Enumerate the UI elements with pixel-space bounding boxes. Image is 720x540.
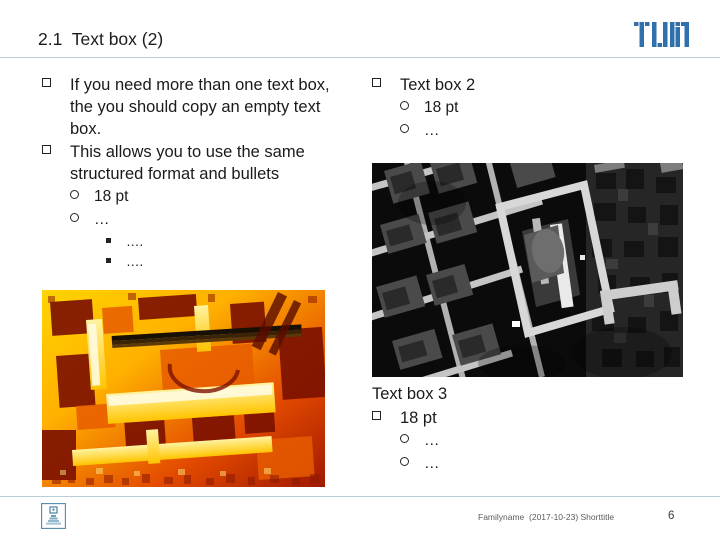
bullet-text: Text box 2 bbox=[400, 76, 476, 94]
bullet-line: … bbox=[400, 453, 672, 475]
square-hollow-bullet-icon bbox=[372, 407, 400, 429]
circle-hollow-bullet-icon bbox=[400, 120, 424, 142]
header-divider bbox=[0, 57, 720, 58]
bullet-text: … bbox=[424, 432, 440, 449]
bullet-text: If you need more than one text box, the … bbox=[70, 76, 330, 138]
footer-text: Familyname (2017-10-23) Shorttitle bbox=[478, 512, 615, 522]
bullet-text: …. bbox=[126, 234, 144, 249]
bullet-line: …. bbox=[106, 252, 352, 272]
bullet-line: Text box 2 bbox=[372, 74, 672, 96]
bullet-text: This allows you to use the same structur… bbox=[70, 143, 305, 183]
bullet-text: 18 pt bbox=[424, 99, 459, 116]
bullet-text: … bbox=[94, 211, 110, 228]
textbox-3-heading: Text box 3 bbox=[372, 385, 448, 403]
tum-logo bbox=[634, 22, 689, 47]
bullet-line: …. bbox=[106, 232, 352, 252]
bullet-line: 18 pt bbox=[372, 407, 672, 429]
bullet-line: 18 pt bbox=[400, 97, 672, 119]
page-title: 2.1 Text box (2) bbox=[38, 29, 164, 49]
thermal-aerial-image bbox=[42, 290, 325, 487]
bullet-line: … bbox=[400, 430, 672, 452]
bullet-line: … bbox=[400, 120, 672, 142]
square-hollow-bullet-icon bbox=[42, 141, 70, 163]
textbox-3[interactable]: Text box 3 18 pt … … bbox=[372, 383, 672, 476]
bullet-line: If you need more than one text box, the … bbox=[42, 74, 352, 140]
circle-hollow-bullet-icon bbox=[400, 430, 424, 452]
bullet-text: …. bbox=[126, 254, 144, 269]
bullet-line: This allows you to use the same structur… bbox=[42, 141, 352, 185]
slide-header: 2.1 Text box (2) bbox=[0, 0, 720, 58]
bullet-text: 18 pt bbox=[400, 409, 437, 427]
bullet-text: … bbox=[424, 122, 440, 139]
square-hollow-bullet-icon bbox=[42, 74, 70, 96]
bullet-text: 18 pt bbox=[94, 188, 129, 205]
circle-hollow-bullet-icon bbox=[70, 186, 94, 208]
circle-hollow-bullet-icon bbox=[400, 453, 424, 475]
textbox-2[interactable]: Text box 2 18 pt … bbox=[372, 74, 672, 143]
bullet-line: 18 pt bbox=[70, 186, 352, 208]
square-filled-bullet-icon bbox=[106, 252, 126, 272]
institution-crest-icon bbox=[40, 502, 67, 530]
square-filled-bullet-icon bbox=[106, 232, 126, 252]
grayscale-aerial-image bbox=[372, 163, 683, 377]
textbox-1[interactable]: If you need more than one text box, the … bbox=[42, 74, 352, 272]
page-number: 6 bbox=[668, 510, 675, 522]
bullet-line: … bbox=[70, 209, 352, 231]
circle-hollow-bullet-icon bbox=[400, 97, 424, 119]
square-hollow-bullet-icon bbox=[372, 74, 400, 96]
circle-hollow-bullet-icon bbox=[70, 209, 94, 231]
bullet-text: … bbox=[424, 455, 440, 472]
footer-divider bbox=[0, 496, 720, 497]
